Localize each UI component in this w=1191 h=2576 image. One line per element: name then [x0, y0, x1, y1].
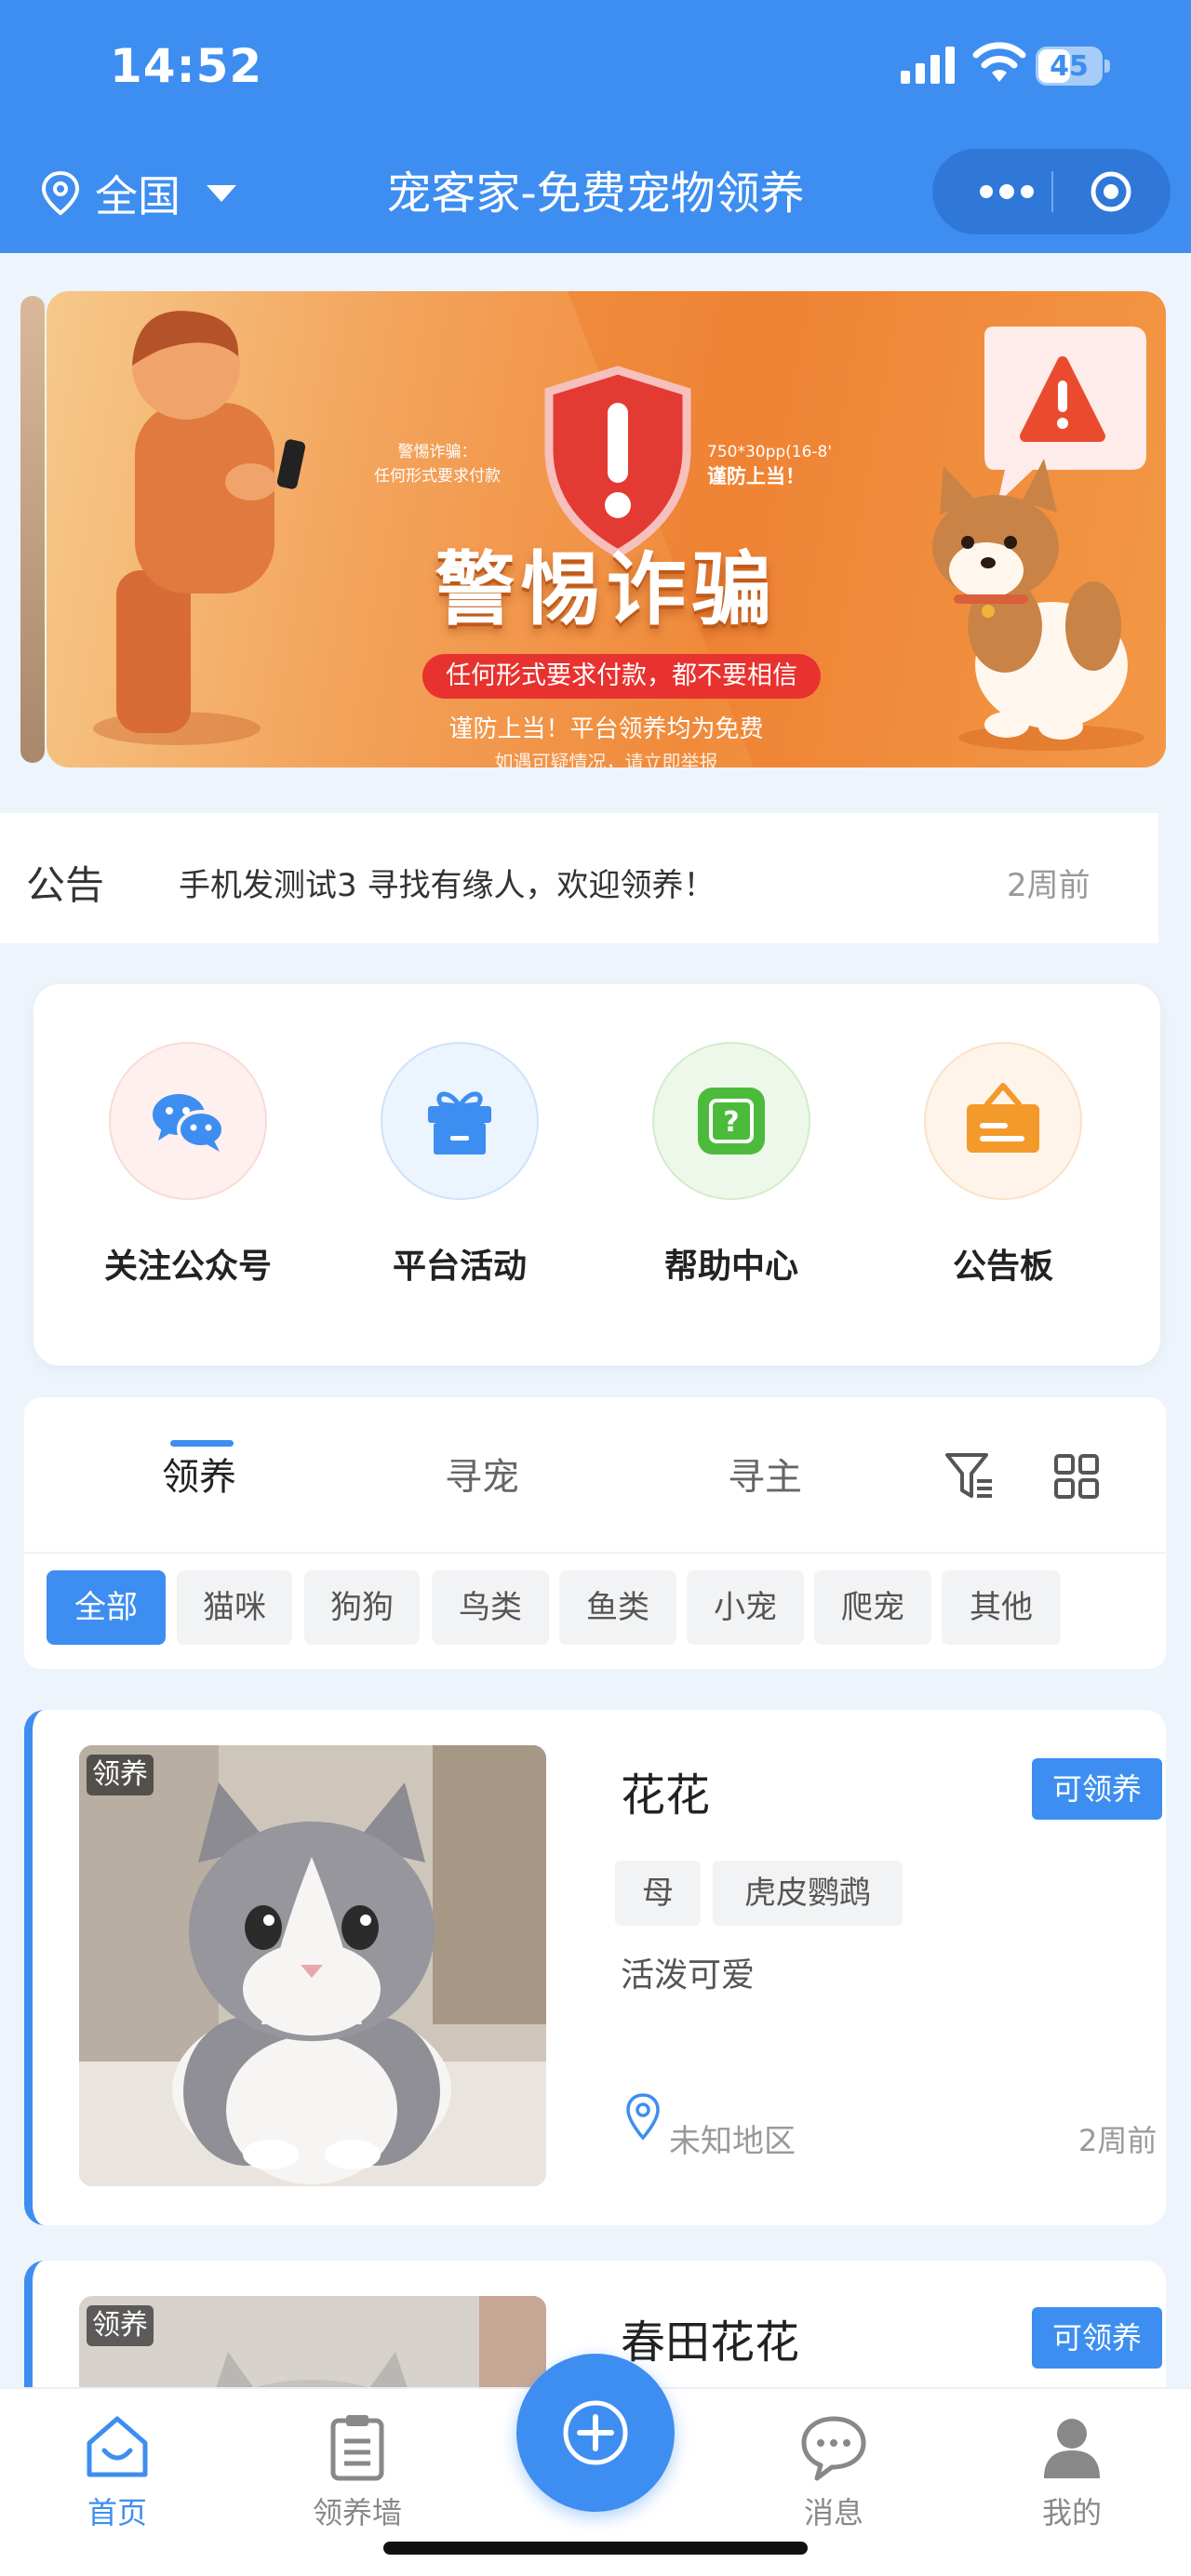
banner-note-right: 750*30pp(16-8' 谨防上当！ — [707, 443, 833, 487]
chip-all[interactable]: 全部 — [47, 1570, 166, 1645]
pet-location: 未知地区 — [669, 2123, 796, 2160]
battery-icon: 45 — [1036, 47, 1110, 86]
chip-other[interactable]: 其他 — [942, 1570, 1061, 1645]
active-tab-indicator — [170, 1440, 234, 1447]
home-indicator — [383, 2542, 808, 2555]
quick-item-label: 平台活动 — [392, 1248, 527, 1286]
svg-text:?: ? — [723, 1106, 739, 1139]
adopt-tag: 领养 — [87, 1755, 154, 1795]
chip-reptile[interactable]: 爬宠 — [814, 1570, 931, 1645]
location-label: 全国 — [95, 171, 181, 221]
banner-prev-slide[interactable] — [20, 296, 45, 763]
board-icon — [924, 1042, 1082, 1200]
gift-icon — [381, 1042, 539, 1200]
banner-subtext: 谨防上当！平台领养均为免费 — [448, 715, 764, 743]
quick-item-help[interactable]: ? 帮助中心 — [620, 1042, 843, 1288]
quick-item-activities[interactable]: 平台活动 — [348, 1042, 571, 1288]
chip-bird[interactable]: 鸟类 — [432, 1570, 549, 1645]
battery-level: 45 — [1050, 50, 1089, 83]
post-time: 2周前 — [1078, 2123, 1158, 2158]
nav-label: 领养墙 — [312, 2495, 402, 2530]
quick-item-wechat[interactable]: 关注公众号 — [76, 1042, 300, 1288]
nav-label: 我的 — [1041, 2495, 1102, 2530]
add-post-button[interactable] — [516, 2354, 675, 2512]
notice-text[interactable]: 手机发测试3 寻找有缘人，欢迎领养！ — [179, 860, 715, 905]
pet-card[interactable]: 领养 花花 可领养 母 虎皮鹦鹉 活泼可爱 未知地区 2周前 — [24, 1710, 1166, 2225]
miniprogram-capsule — [932, 149, 1171, 234]
home-icon — [87, 2416, 148, 2477]
nav-adoption-wall[interactable]: 领养墙 — [283, 2411, 432, 2532]
nav-messages[interactable]: 消息 — [759, 2411, 908, 2532]
pet-description: 活泼可爱 — [621, 1956, 756, 1995]
more-icon[interactable] — [970, 169, 1044, 214]
chip-fish[interactable]: 鱼类 — [559, 1570, 676, 1645]
chat-icon — [801, 2416, 866, 2481]
tab-find-pet[interactable]: 寻宠 — [445, 1447, 519, 1501]
location-pin-icon — [41, 170, 80, 216]
notice-time: 2周前 — [1007, 867, 1091, 904]
chevron-down-icon — [207, 185, 236, 202]
user-icon — [1044, 2419, 1100, 2478]
quick-item-label: 帮助中心 — [663, 1248, 798, 1286]
nav-profile[interactable]: 我的 — [997, 2411, 1146, 2532]
banner-warning-pill: 任何形式要求付款，都不要相信 — [422, 654, 821, 699]
status-time: 14:52 — [110, 39, 263, 93]
adopt-tag: 领养 — [87, 2305, 154, 2346]
pet-photo: 领养 — [79, 1745, 546, 2186]
wechat-icon — [109, 1042, 267, 1200]
cat-photo — [79, 1745, 546, 2186]
banner-note-left: 警惕诈骗： 任何形式要求付款 — [374, 443, 501, 486]
nav-label: 消息 — [803, 2495, 863, 2530]
quick-item-label: 关注公众号 — [103, 1248, 272, 1286]
divider — [24, 1552, 1166, 1554]
pet-breed: 虎皮鹦鹉 — [713, 1861, 903, 1926]
filter-icon[interactable] — [943, 1449, 996, 1502]
status-badge: 可领养 — [1032, 2307, 1162, 2369]
chip-cat[interactable]: 猫咪 — [177, 1570, 292, 1645]
chip-small-pet[interactable]: 小宠 — [687, 1570, 804, 1645]
location-selector[interactable]: 全国 — [39, 164, 251, 223]
notice-label: 公告 — [26, 862, 105, 908]
banner-footnote: 如遇可疑情况，请立即举报 — [494, 751, 718, 767]
banner-carousel[interactable]: 警惕诈骗： 任何形式要求付款 750*30pp(16-8' 谨防上当！ 警惕诈骗… — [47, 291, 1166, 767]
pet-gender: 母 — [615, 1861, 701, 1926]
signal-icon — [901, 47, 955, 84]
pet-name: 春田花花 — [621, 2316, 800, 2369]
pet-name: 花花 — [621, 1769, 711, 1822]
nav-home[interactable]: 首页 — [43, 2411, 192, 2532]
wifi-icon — [972, 42, 1026, 82]
status-badge: 可领养 — [1032, 1758, 1162, 1820]
clipboard-icon — [330, 2415, 384, 2481]
banner-title: 警惕诈骗 — [435, 543, 778, 636]
close-miniprogram-icon[interactable] — [1083, 169, 1139, 214]
quick-item-board[interactable]: 公告板 — [891, 1042, 1115, 1288]
help-icon: ? — [652, 1042, 810, 1200]
location-pin-icon — [626, 2093, 660, 2141]
nav-label: 首页 — [87, 2495, 147, 2530]
grid-view-icon[interactable] — [1053, 1453, 1100, 1500]
plus-icon — [563, 2400, 628, 2465]
tab-adopt[interactable]: 领养 — [162, 1447, 236, 1501]
quick-item-label: 公告板 — [952, 1248, 1053, 1286]
chip-dog[interactable]: 狗狗 — [304, 1570, 420, 1645]
page-title: 宠客家-免费宠物领养 — [386, 167, 805, 220]
tab-find-owner[interactable]: 寻主 — [728, 1447, 802, 1501]
